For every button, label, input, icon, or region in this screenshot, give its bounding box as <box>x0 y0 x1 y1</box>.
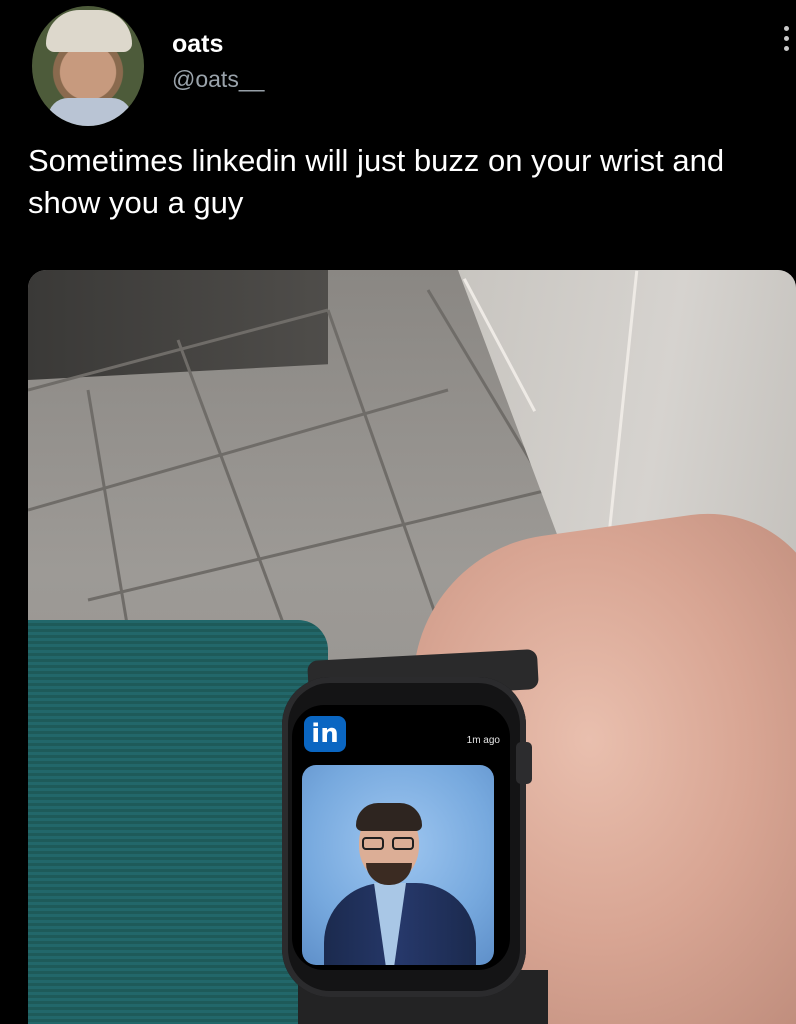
watch-crown <box>516 742 532 784</box>
author-handle[interactable]: @oats__ <box>172 66 264 93</box>
avatar-cap <box>46 10 132 52</box>
person-glasses <box>362 837 416 851</box>
tweet-header: oats @oats__ <box>0 0 796 140</box>
notification-time: 1m ago <box>466 735 500 746</box>
notification-profile-photo <box>302 765 494 965</box>
person-hair <box>356 803 422 831</box>
linkedin-icon: in <box>304 716 346 752</box>
avatar-shirt <box>48 98 132 126</box>
person-beard <box>366 863 412 885</box>
tweet-text: Sometimes linkedin will just buzz on you… <box>28 143 725 220</box>
author-display-name[interactable]: oats <box>172 30 223 59</box>
avatar[interactable] <box>32 6 144 126</box>
more-options-icon[interactable] <box>783 26 791 58</box>
tweet-media-image[interactable]: in 1m ago <box>28 270 796 1024</box>
watch-screen: in 1m ago <box>292 705 510 970</box>
